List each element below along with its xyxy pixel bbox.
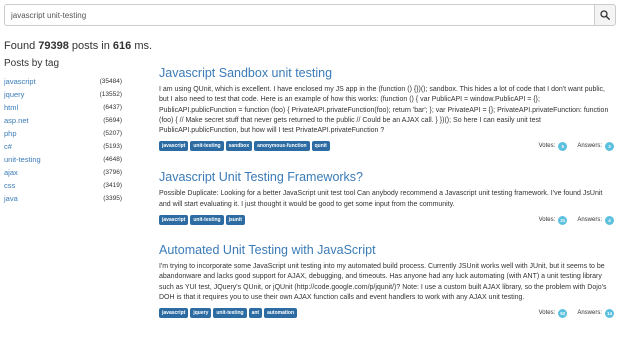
answers-count-badge: 4 [605,215,614,225]
sidebar-tag-link[interactable]: javascript [4,77,36,86]
tag-row: unit-testing (4648) [4,153,122,166]
tag-row: c# (5193) [4,140,122,153]
answers-count-badge: 3 [605,141,614,151]
sidebar-tag-link[interactable]: asp.net [4,116,29,125]
votes-label: Votes: [538,143,556,150]
sidebar-tag-link[interactable]: ajax [4,168,18,177]
result-tags: javascript jquery unit-testing ant automatio… [159,308,298,319]
result-tags: javascript unit-testing sandbox anonymous-f… [159,141,330,152]
sidebar-tag-link[interactable]: c# [4,142,12,151]
tag-chip[interactable]: javascript [159,215,189,226]
votes-count-badge: 52 [558,308,568,318]
tag-sidebar: Posts by tag javascript (35484) jquery (135… [4,58,122,205]
sidebar-tag-count: (5193) [103,143,122,150]
sidebar-tag-link[interactable]: html [4,103,18,112]
result-footer: javascript jquery unit-testing ant automatio… [159,307,614,319]
search-input[interactable] [4,4,594,26]
results-list: Javascript Sandbox unit testing I am usin… [159,66,614,319]
sidebar-title: Posts by tag [4,58,60,69]
answers-label: Answers: [577,143,602,150]
tag-row: css (3419) [4,179,122,192]
sidebar-tag-count: (6437) [103,104,122,111]
tag-row: html (6437) [4,101,122,114]
answers-label: Answers: [577,310,602,317]
sidebar-tag-link[interactable]: php [4,129,17,138]
tag-row: php (5207) [4,127,122,140]
result-count: 79398 [38,40,69,52]
votes-count-badge: 31 [558,215,568,225]
result-excerpt: I am using QUnit, which is excellent. I … [159,86,609,135]
votes-count-badge: 5 [558,141,568,151]
result-title-link[interactable]: Javascript Sandbox unit testing [159,66,614,80]
result-footer: javascript unit-testing jsunit Votes: 31 Answ… [159,214,614,226]
search-icon [600,10,610,20]
tag-chip[interactable]: jsunit [225,215,245,226]
summary-middle: posts in [71,40,110,52]
tag-row: jquery (13552) [4,88,122,101]
result-meta: Votes: 31 Answers: 4 [538,215,614,225]
search-time: 616 [112,40,132,52]
answers-label: Answers: [577,217,602,224]
tag-row: java (3395) [4,192,122,205]
results-summary: Found 79398 posts in 616 ms. [4,40,152,52]
result-footer: javascript unit-testing sandbox anonymous-f… [159,140,614,152]
tag-chip[interactable]: javascript [159,308,189,319]
answers-count-badge: 14 [605,308,614,318]
tag-row: asp.net (5694) [4,114,122,127]
tag-chip[interactable]: qunit [311,141,330,152]
sidebar-tag-count: (3395) [103,195,122,202]
summary-suffix: ms. [134,40,153,52]
tag-chip[interactable]: ant [248,308,263,319]
sidebar-tag-count: (13552) [99,91,122,98]
tag-chip[interactable]: javascript [159,141,189,152]
search-button[interactable] [594,4,616,26]
tag-list: javascript (35484) jquery (13552) html (6437)… [4,75,122,205]
sidebar-tag-count: (5207) [103,130,122,137]
tag-chip[interactable]: jquery [190,308,212,319]
result-item: Automated Unit Testing with JavaScript I'… [159,243,614,319]
sidebar-tag-link[interactable]: unit-testing [4,155,41,164]
tag-chip[interactable]: unit-testing [190,141,224,152]
result-item: Javascript Sandbox unit testing I am usin… [159,66,614,152]
result-tags: javascript unit-testing jsunit [159,215,245,226]
sidebar-tag-count: (5694) [103,117,122,124]
tag-chip[interactable]: unit-testing [213,308,247,319]
sidebar-tag-link[interactable]: jquery [4,90,24,99]
tag-row: ajax (3796) [4,166,122,179]
result-excerpt: Possible Duplicate: Looking for a better… [159,190,603,208]
tag-row: javascript (35484) [4,75,122,88]
search-bar [4,4,616,26]
sidebar-tag-count: (3796) [103,169,122,176]
votes-label: Votes: [538,310,556,317]
votes-label: Votes: [538,217,556,224]
sidebar-tag-count: (3419) [103,182,122,189]
tag-chip[interactable]: anonymous-function [254,141,310,152]
tag-chip[interactable]: automation [264,308,298,319]
sidebar-tag-count: (4648) [103,156,122,163]
sidebar-tag-count: (35484) [99,78,122,85]
result-title-link[interactable]: Javascript Unit Testing Frameworks? [159,170,614,184]
tag-chip[interactable]: unit-testing [190,215,224,226]
tag-chip[interactable]: sandbox [225,141,253,152]
result-title-link[interactable]: Automated Unit Testing with JavaScript [159,243,614,257]
result-meta: Votes: 5 Answers: 3 [538,141,614,151]
sidebar-tag-link[interactable]: java [4,194,18,203]
result-meta: Votes: 52 Answers: 14 [538,308,614,318]
result-item: Javascript Unit Testing Frameworks? Possi… [159,170,614,226]
summary-prefix: Found [4,40,36,52]
result-excerpt: I'm trying to incorporate some JavaScrip… [159,263,607,301]
sidebar-tag-link[interactable]: css [4,181,15,190]
